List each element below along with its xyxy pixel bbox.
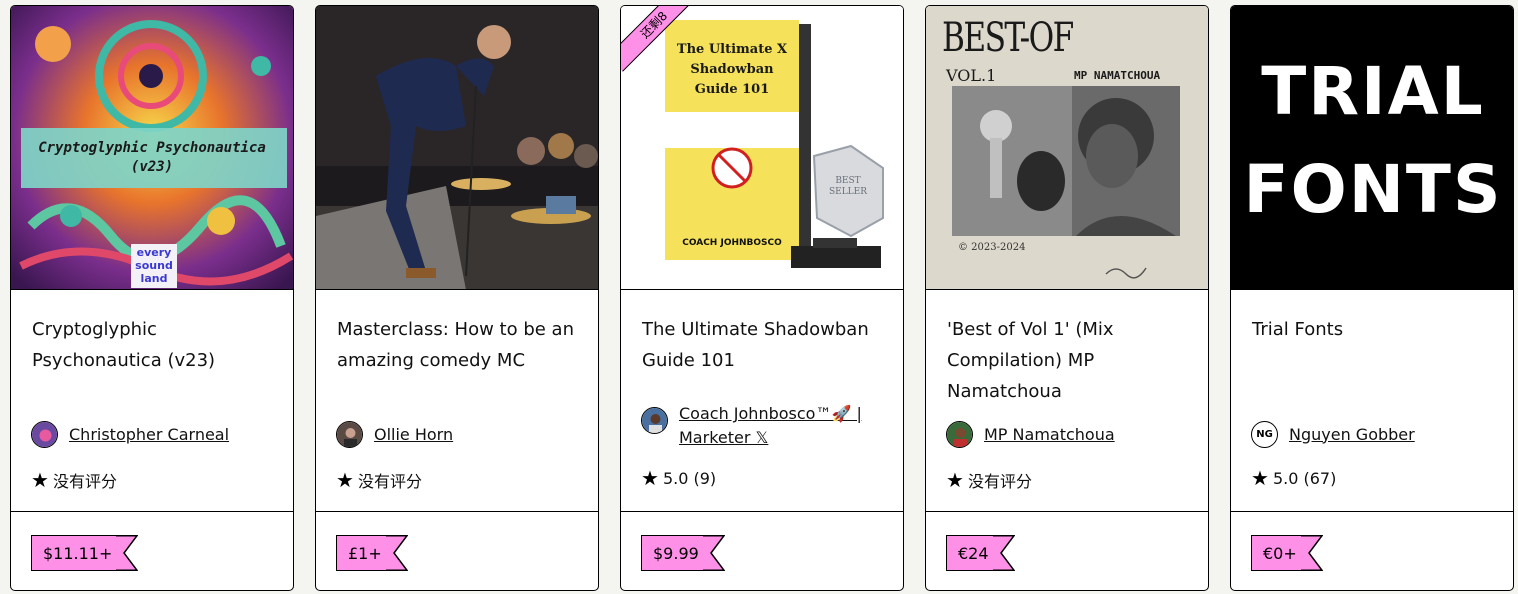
seller-name[interactable]: Christopher Carneal xyxy=(69,423,229,447)
best-seller-badge: BEST SELLER xyxy=(828,176,868,197)
seller-avatar xyxy=(946,421,973,448)
cover-line2: FONTS xyxy=(1243,151,1503,228)
seller[interactable]: NG Nguyen Gobber xyxy=(1251,421,1415,448)
star-icon: ★ xyxy=(336,468,354,492)
seller-name[interactable]: Ollie Horn xyxy=(374,423,453,447)
product-card[interactable]: 还剩8 The Ultimate X Shadowban Guide 101 C… xyxy=(620,5,904,591)
rating-text: 没有评分 xyxy=(357,472,422,491)
seller-name[interactable]: MP Namatchoua xyxy=(984,423,1115,447)
price-label: £1+ xyxy=(336,535,386,571)
rating-text: 5.0 (67) xyxy=(1272,468,1337,488)
seller-name[interactable]: Nguyen Gobber xyxy=(1289,423,1415,447)
price-label: €0+ xyxy=(1251,535,1301,571)
price-tag: £1+ xyxy=(336,535,408,571)
product-thumbnail[interactable]: Cryptoglyphic Psychonautica (v23) every … xyxy=(11,6,293,290)
product-rating: ★ 没有评分 xyxy=(946,468,1032,492)
thumbnail-logo: every sound land xyxy=(135,246,173,285)
price-tag-icon xyxy=(116,535,139,571)
product-thumbnail[interactable]: TRIAL FONTS xyxy=(1231,6,1513,290)
cover-line1: TRIAL xyxy=(1261,53,1485,130)
rating-text: 5.0 (9) xyxy=(662,468,717,488)
book-author: COACH JOHNBOSCO xyxy=(682,238,782,248)
card-footer: £1+ xyxy=(316,511,598,590)
product-rating: ★ 没有评分 xyxy=(336,468,422,492)
card-footer: $11.11+ xyxy=(11,511,293,590)
product-title[interactable]: The Ultimate Shadowban Guide 101 xyxy=(642,314,887,376)
price-tag-icon xyxy=(385,535,408,571)
card-footer: €0+ xyxy=(1231,511,1513,590)
cover-artist: MP NAMATCHOUA xyxy=(1074,69,1161,82)
card-footer: $9.99 xyxy=(621,511,903,590)
price-tag: €24 xyxy=(946,535,1015,571)
product-card[interactable]: TRIAL FONTS Trial Fonts NG Nguyen Gobber… xyxy=(1230,5,1514,591)
rating-text: 没有评分 xyxy=(52,472,117,491)
seller[interactable]: Christopher Carneal xyxy=(31,421,229,448)
product-rating: ★ 没有评分 xyxy=(31,468,117,492)
cover-years: © 2023-2024 xyxy=(958,242,1026,253)
book-title: The Ultimate X Shadowban Guide 101 xyxy=(676,42,788,97)
product-card[interactable]: BEST-OF VOL.1 MP NAMATCHOUA © 2023-2024 … xyxy=(925,5,1209,591)
price-tag: €0+ xyxy=(1251,535,1323,571)
price-tag-icon xyxy=(1300,535,1323,571)
product-rating: ★ 5.0 (9) xyxy=(641,468,716,488)
price-label: $9.99 xyxy=(641,535,703,571)
seller[interactable]: Ollie Horn xyxy=(336,421,453,448)
seller-avatar: NG xyxy=(1251,421,1278,448)
seller-avatar xyxy=(336,421,363,448)
price-tag: $11.11+ xyxy=(31,535,139,571)
product-thumbnail[interactable]: BEST-OF VOL.1 MP NAMATCHOUA © 2023-2024 xyxy=(926,6,1208,290)
product-title[interactable]: Masterclass: How to be an amazing comedy… xyxy=(337,314,582,376)
rating-text: 没有评分 xyxy=(967,472,1032,491)
star-icon: ★ xyxy=(641,466,659,490)
seller-name[interactable]: Coach Johnbosco™🚀 | Marketer 𝕏 xyxy=(679,402,879,450)
product-thumbnail[interactable]: 还剩8 The Ultimate X Shadowban Guide 101 C… xyxy=(621,6,903,290)
star-icon: ★ xyxy=(1251,466,1269,490)
seller-avatar xyxy=(31,421,58,448)
product-title[interactable]: Trial Fonts xyxy=(1252,314,1497,345)
cover-vol: VOL.1 xyxy=(946,66,997,85)
product-thumbnail[interactable] xyxy=(316,6,598,290)
price-label: $11.11+ xyxy=(31,535,117,571)
product-grid: Cryptoglyphic Psychonautica (v23) every … xyxy=(0,0,1518,594)
product-title[interactable]: 'Best of Vol 1' (Mix Compilation) MP Nam… xyxy=(947,314,1192,407)
price-tag: $9.99 xyxy=(641,535,725,571)
cover-title: BEST-OF xyxy=(942,15,1074,61)
product-rating: ★ 5.0 (67) xyxy=(1251,468,1336,488)
seller[interactable]: Coach Johnbosco™🚀 | Marketer 𝕏 xyxy=(641,402,879,450)
product-title[interactable]: Cryptoglyphic Psychonautica (v23) xyxy=(32,314,277,376)
seller-avatar xyxy=(641,407,668,434)
thumbnail-caption: Cryptoglyphic Psychonautica (v23) xyxy=(38,140,266,175)
star-icon: ★ xyxy=(31,468,49,492)
product-card[interactable]: Masterclass: How to be an amazing comedy… xyxy=(315,5,599,591)
price-tag-icon xyxy=(992,535,1015,571)
seller[interactable]: MP Namatchoua xyxy=(946,421,1115,448)
card-footer: €24 xyxy=(926,511,1208,590)
product-card[interactable]: Cryptoglyphic Psychonautica (v23) every … xyxy=(10,5,294,591)
star-icon: ★ xyxy=(946,468,964,492)
price-label: €24 xyxy=(946,535,993,571)
price-tag-icon xyxy=(702,535,725,571)
